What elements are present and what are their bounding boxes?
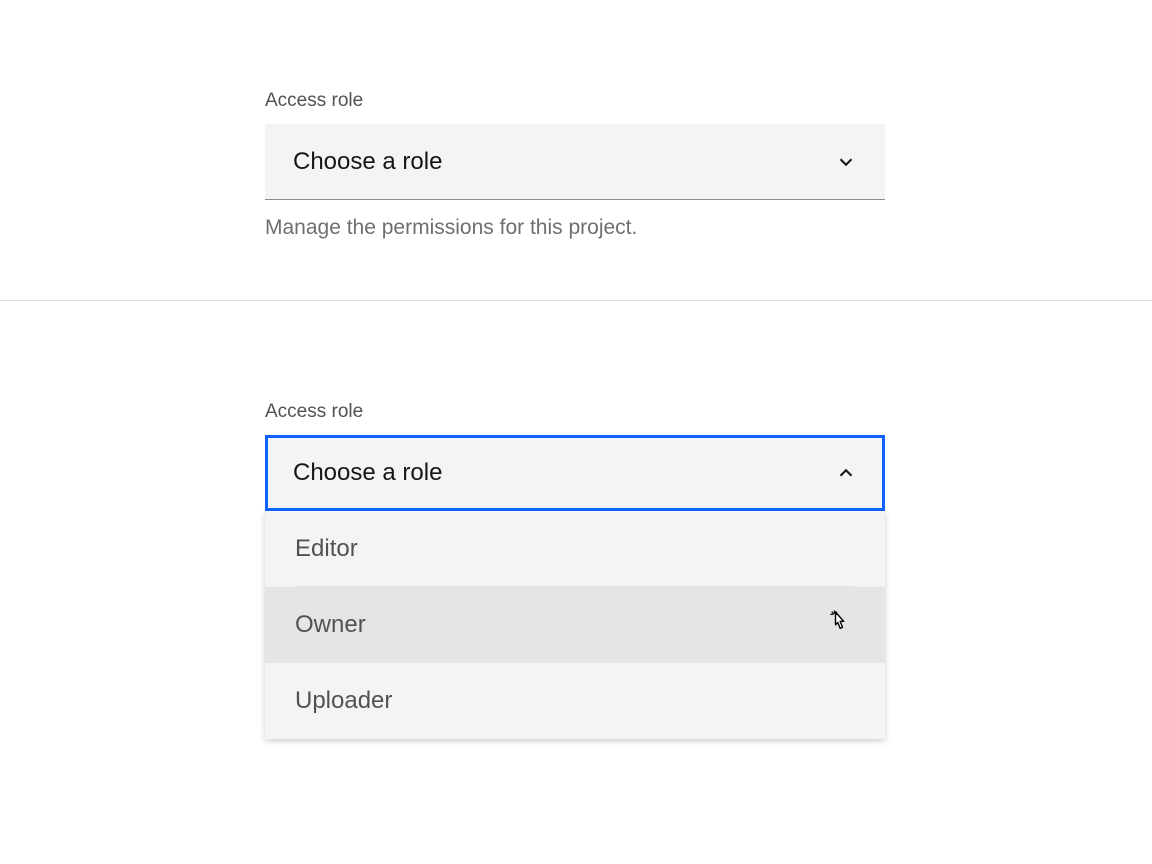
option-label: Owner: [295, 611, 366, 639]
select-placeholder: Choose a role: [293, 148, 442, 176]
open-select-example: Access role Choose a role Editor Owner U…: [0, 301, 1152, 739]
field-label: Access role: [265, 401, 887, 423]
option-label: Uploader: [295, 687, 392, 715]
pointer-cursor-icon: [825, 609, 853, 642]
dropdown-option-uploader[interactable]: Uploader: [265, 663, 885, 739]
chevron-down-icon: [835, 151, 857, 173]
dropdown-menu: Editor Owner Uploader: [265, 511, 885, 739]
field-label: Access role: [265, 90, 887, 112]
role-select-open[interactable]: Choose a role: [265, 435, 885, 511]
option-label: Editor: [295, 535, 358, 563]
closed-select-example: Access role Choose a role Manage the per…: [0, 0, 1152, 301]
dropdown-option-owner[interactable]: Owner: [265, 587, 885, 663]
dropdown-option-editor[interactable]: Editor: [265, 511, 885, 587]
chevron-up-icon: [835, 462, 857, 484]
help-text: Manage the permissions for this project.: [265, 216, 887, 240]
select-placeholder: Choose a role: [293, 459, 442, 487]
role-select-closed[interactable]: Choose a role: [265, 124, 885, 200]
